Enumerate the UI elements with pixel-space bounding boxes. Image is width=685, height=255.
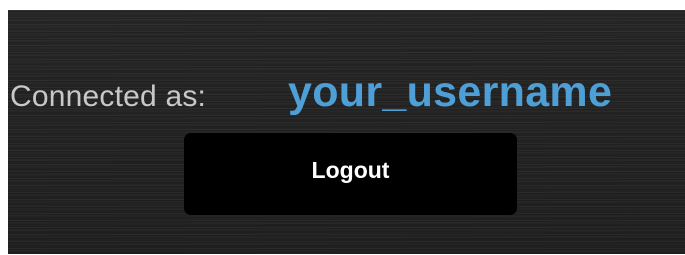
logout-button[interactable]: Logout <box>184 133 517 215</box>
username-text: your_username <box>288 68 613 116</box>
connected-as-label: Connected as: <box>10 80 207 113</box>
connected-row: Connected as: your_username <box>8 68 685 128</box>
logout-button-label: Logout <box>311 156 390 183</box>
session-panel: Connected as: your_username Logout <box>8 10 685 254</box>
